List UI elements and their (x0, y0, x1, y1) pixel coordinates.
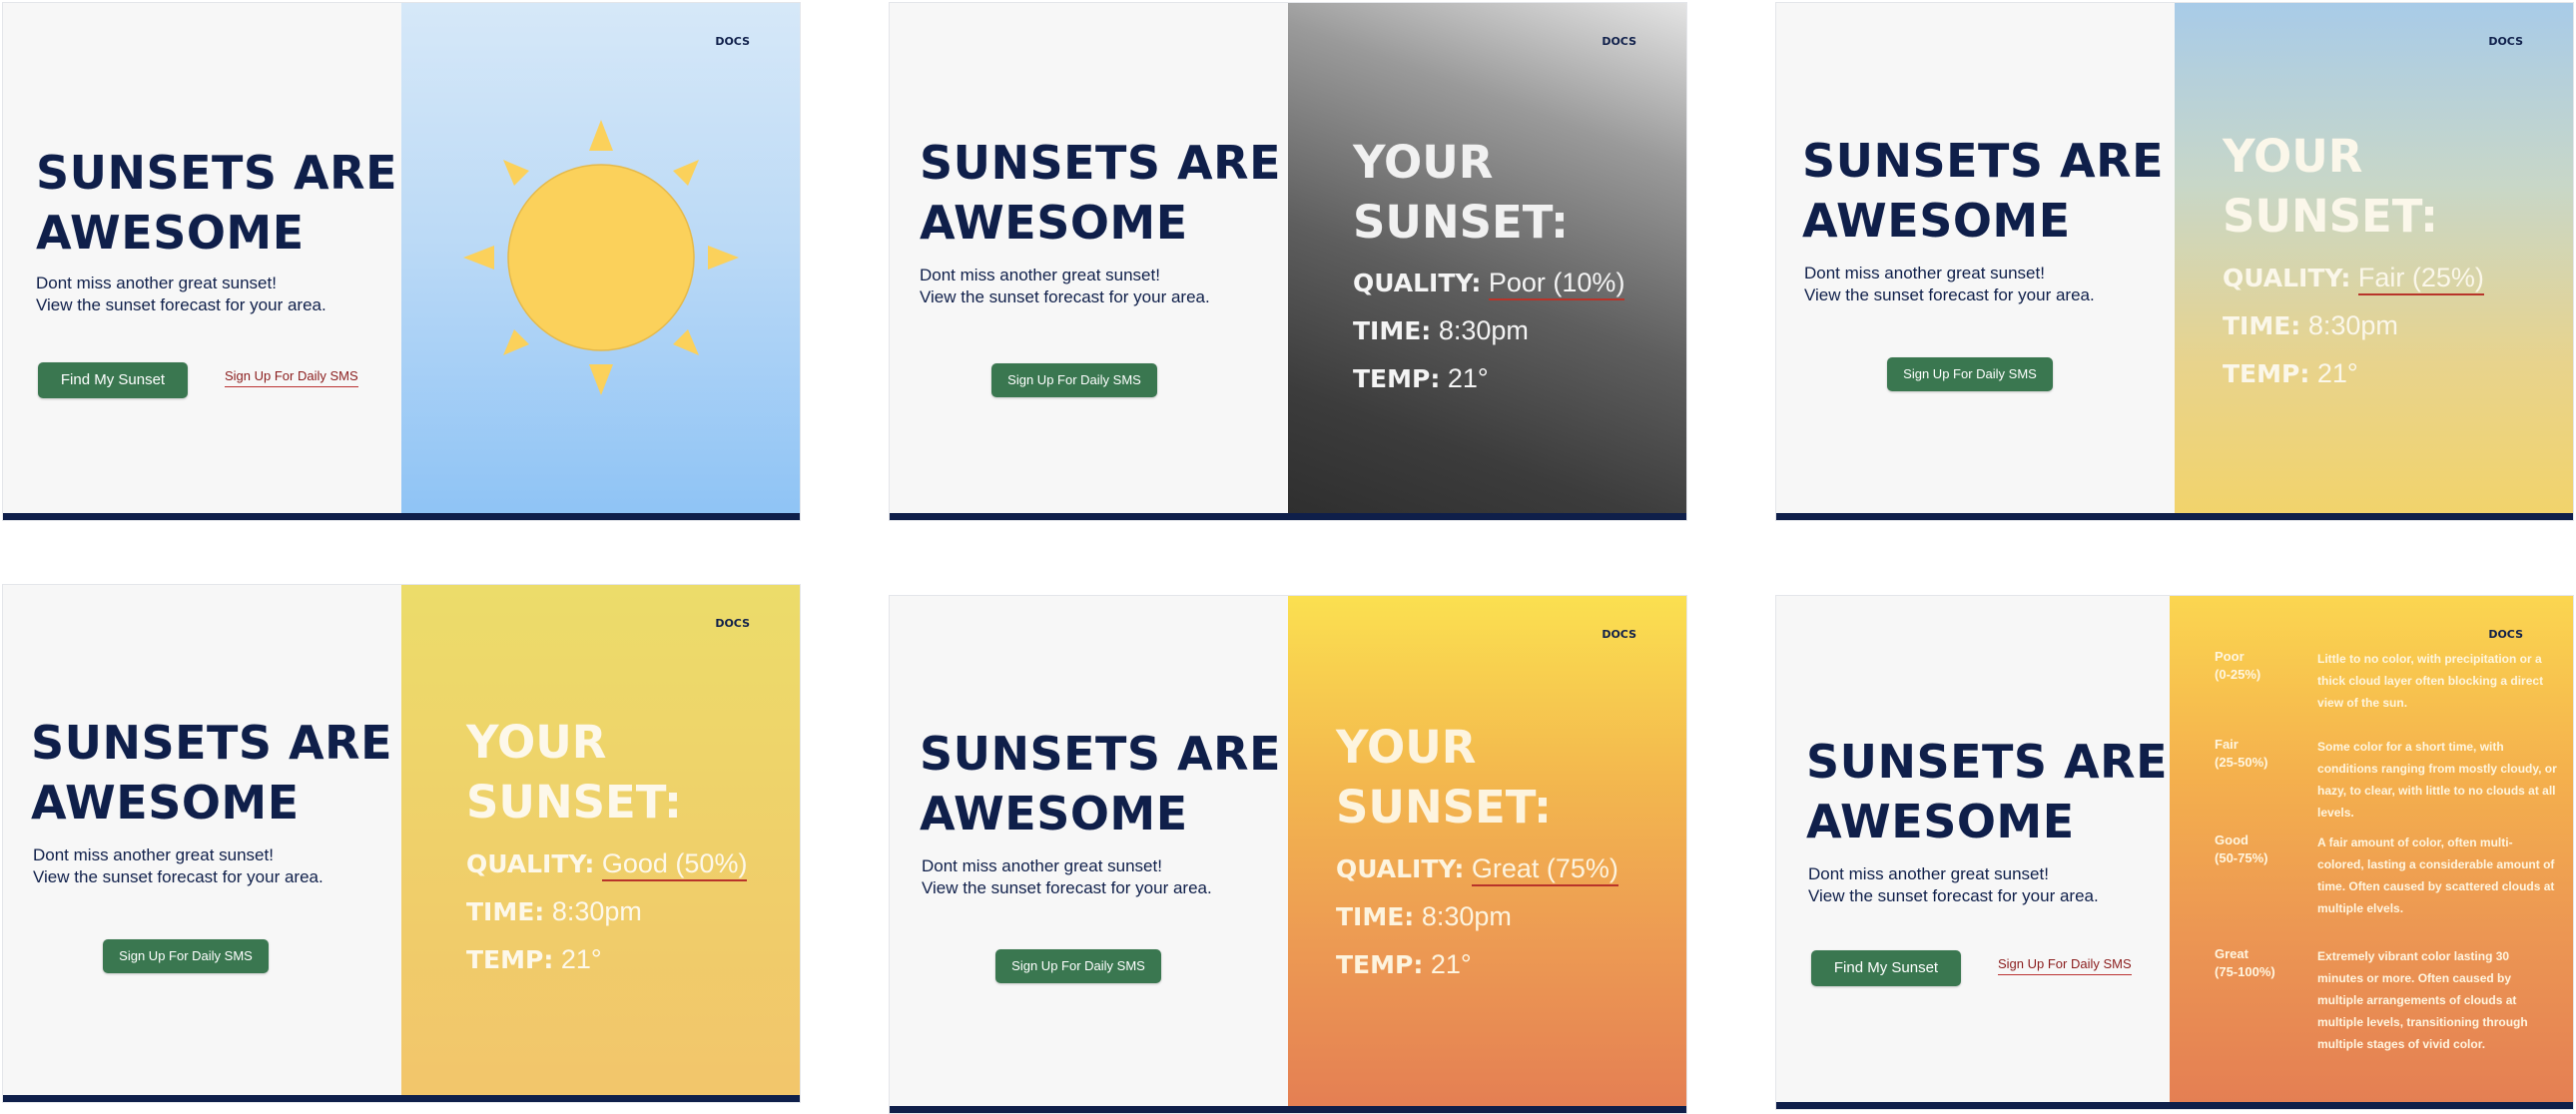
screen-sunny: SUNSETS ARE AWESOME Dont miss another gre… (2, 2, 801, 521)
legend-category: Fair (25-50%) (2215, 737, 2268, 770)
subtitle-line: View the sunset forecast for your area. (920, 287, 1210, 306)
left-panel: SUNSETS ARE AWESOME Dont miss another gre… (1776, 596, 2170, 1109)
subtitle-line: Dont miss another great sunset! (920, 266, 1160, 284)
quality-stat: QUALITY: Fair (25%) (2223, 263, 2484, 295)
quality-value: Great (75%) (1471, 853, 1618, 886)
page-title: SUNSETS ARE AWESOME (31, 716, 392, 830)
sign-up-sms-button[interactable]: Sign Up For Daily SMS (1887, 357, 2053, 391)
subtitle-line: View the sunset forecast for your area. (1808, 886, 2099, 905)
legend-description: Little to no color, with precipitation o… (2317, 652, 2544, 710)
page-title: SUNSETS ARE AWESOME (36, 146, 397, 260)
page-subtitle: Dont miss another great sunset! View the… (920, 265, 1279, 308)
sign-up-sms-link[interactable]: Sign Up For Daily SMS (225, 368, 358, 387)
sign-up-sms-button[interactable]: Sign Up For Daily SMS (995, 949, 1161, 983)
subtitle-line: View the sunset forecast for your area. (33, 867, 323, 886)
page-title: SUNSETS ARE AWESOME (920, 727, 1281, 840)
time-stat: TIME: 8:30pm (466, 896, 642, 926)
subtitle-line: Dont miss another great sunset! (33, 845, 274, 864)
subtitle-line: Dont miss another great sunset! (1804, 264, 2045, 282)
legend-category: Great (75-100%) (2215, 946, 2275, 979)
subtitle-line: Dont miss another great sunset! (922, 856, 1162, 875)
quality-stat: QUALITY: Good (50%) (466, 848, 748, 881)
right-panel-good: DOCS YOUR SUNSET: QUALITY: Good (50%) TIM… (401, 585, 800, 1102)
page-subtitle: Dont miss another great sunset! View the… (1804, 263, 2164, 306)
left-panel: SUNSETS ARE AWESOME Dont miss another gre… (3, 3, 401, 520)
your-sunset-heading: YOUR SUNSET: (2223, 130, 2438, 243)
right-panel-poor: DOCS YOUR SUNSET: QUALITY: Poor (10%) TIM… (1288, 3, 1686, 520)
legend-description: A fair amount of color, often multi-colo… (2317, 836, 2555, 915)
docs-link[interactable]: DOCS (2488, 628, 2523, 641)
legend-description: Some color for a short time, with condit… (2317, 740, 2557, 820)
legend-row-fair: Fair (25-50%) Some color for a short time… (2215, 736, 2573, 826)
quality-value: Fair (25%) (2357, 263, 2484, 295)
right-panel-sunny: DOCS (401, 3, 800, 520)
docs-link[interactable]: DOCS (715, 617, 750, 630)
page-title: SUNSETS ARE AWESOME (920, 136, 1281, 250)
docs-link[interactable]: DOCS (1602, 35, 1636, 48)
subtitle-line: View the sunset forecast for your area. (922, 878, 1212, 897)
subtitle-line: View the sunset forecast for your area. (1804, 285, 2095, 304)
sun-icon (463, 120, 739, 395)
quality-value: Good (50%) (601, 848, 748, 881)
legend-row-good: Good (50-75%) A fair amount of color, oft… (2215, 832, 2573, 941)
legend-row-poor: Poor (0-25%) Little to no color, with pre… (2215, 648, 2573, 736)
time-stat: TIME: 8:30pm (1336, 901, 1512, 931)
right-panel-fair: DOCS YOUR SUNSET: QUALITY: Fair (25%) TIM… (2175, 3, 2573, 520)
sign-up-sms-button[interactable]: Sign Up For Daily SMS (991, 363, 1157, 397)
left-panel: SUNSETS ARE AWESOME Dont miss another gre… (890, 596, 1288, 1113)
screen-fair: SUNSETS ARE AWESOME Dont miss another gre… (1775, 2, 2574, 521)
docs-link[interactable]: DOCS (2488, 35, 2523, 48)
page-subtitle: Dont miss another great sunset! View the… (922, 855, 1281, 899)
subtitle-line: Dont miss another great sunset! (36, 274, 277, 292)
subtitle-line: Dont miss another great sunset! (1808, 864, 2049, 883)
legend-row-great: Great (75-100%) Extremely vibrant color l… (2215, 945, 2573, 1075)
temp-stat: TEMP: 21° (466, 944, 602, 974)
screen-legend: SUNSETS ARE AWESOME Dont miss another gre… (1775, 595, 2574, 1110)
screen-poor: SUNSETS ARE AWESOME Dont miss another gre… (889, 2, 1687, 521)
page-subtitle: Dont miss another great sunset! View the… (33, 844, 392, 888)
quality-stat: QUALITY: Great (75%) (1336, 853, 1618, 886)
time-stat: TIME: 8:30pm (2223, 310, 2398, 340)
docs-link[interactable]: DOCS (1602, 628, 1636, 641)
page-title: SUNSETS ARE AWESOME (1802, 134, 2164, 248)
temp-stat: TEMP: 21° (1353, 363, 1489, 393)
subtitle-line: View the sunset forecast for your area. (36, 295, 326, 314)
legend-category: Good (50-75%) (2215, 833, 2268, 865)
your-sunset-heading: YOUR SUNSET: (1336, 721, 1552, 834)
sign-up-sms-button[interactable]: Sign Up For Daily SMS (103, 939, 269, 973)
temp-stat: TEMP: 21° (2223, 358, 2358, 388)
legend-description: Extremely vibrant color lasting 30 minut… (2317, 949, 2528, 1051)
screen-great: SUNSETS ARE AWESOME Dont miss another gre… (889, 595, 1687, 1114)
left-panel: SUNSETS ARE AWESOME Dont miss another gre… (890, 3, 1288, 520)
time-stat: TIME: 8:30pm (1353, 315, 1529, 345)
temp-stat: TEMP: 21° (1336, 949, 1472, 979)
find-my-sunset-button[interactable]: Find My Sunset (38, 362, 188, 398)
right-panel-great: DOCS YOUR SUNSET: QUALITY: Great (75%) TI… (1288, 596, 1686, 1113)
your-sunset-heading: YOUR SUNSET: (1353, 136, 1569, 249)
sign-up-sms-link[interactable]: Sign Up For Daily SMS (1998, 956, 2132, 975)
quality-value: Poor (10%) (1488, 268, 1625, 300)
page-subtitle: Dont miss another great sunset! View the… (36, 273, 395, 316)
find-my-sunset-button[interactable]: Find My Sunset (1811, 950, 1961, 986)
left-panel: SUNSETS ARE AWESOME Dont miss another gre… (1776, 3, 2175, 520)
page-title: SUNSETS ARE AWESOME (1806, 735, 2168, 848)
legend-category: Poor (0-25%) (2215, 649, 2261, 682)
page-subtitle: Dont miss another great sunset! View the… (1808, 863, 2168, 907)
left-panel: SUNSETS ARE AWESOME Dont miss another gre… (3, 585, 401, 1102)
right-panel-legend: DOCS Poor (0-25%) Little to no color, wit… (2170, 596, 2573, 1109)
your-sunset-heading: YOUR SUNSET: (466, 716, 682, 829)
screen-good: SUNSETS ARE AWESOME Dont miss another gre… (2, 584, 801, 1103)
quality-stat: QUALITY: Poor (10%) (1353, 268, 1625, 300)
